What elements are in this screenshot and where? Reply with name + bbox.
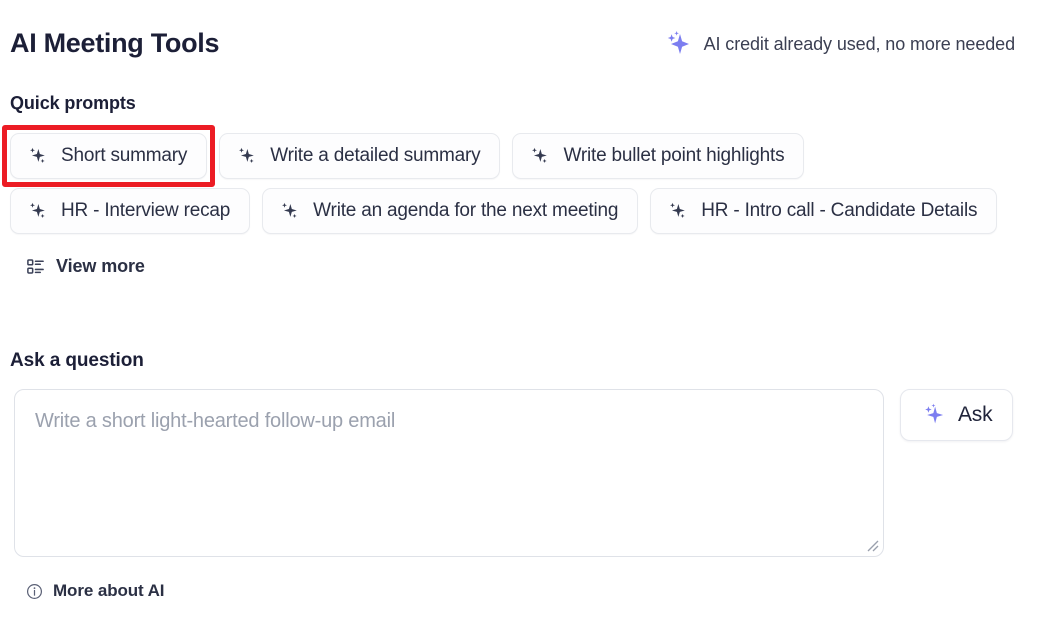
info-circle-icon — [26, 583, 43, 600]
ask-button[interactable]: Ask — [900, 389, 1014, 441]
ai-meeting-tools-panel: AI Meeting Tools AI credit already used,… — [0, 0, 1037, 630]
sparkle-icon — [27, 145, 49, 167]
quick-prompt-hr-intro-call-candidate-details[interactable]: HR - Intro call - Candidate Details — [650, 188, 998, 234]
sparkle-icon — [663, 29, 693, 59]
quick-prompt-label: HR - Intro call - Candidate Details — [701, 200, 978, 221]
view-more-label: View more — [56, 255, 145, 276]
quick-prompt-label: Short summary — [61, 145, 188, 166]
sparkle-icon — [27, 200, 49, 222]
quick-prompt-label: Write a detailed summary — [270, 145, 481, 166]
quick-prompt-label: Write an agenda for the next meeting — [313, 200, 619, 221]
quick-prompts-list: Short summary Write a detailed summary W… — [1, 125, 1010, 289]
quick-prompt-short-summary[interactable]: Short summary — [10, 133, 208, 179]
ask-button-label: Ask — [958, 403, 993, 426]
quick-prompt-write-agenda-next-meeting[interactable]: Write an agenda for the next meeting — [262, 188, 639, 234]
ask-question-input[interactable] — [15, 390, 883, 556]
quick-prompt-hr-interview-recap[interactable]: HR - Interview recap — [10, 188, 251, 234]
ask-question-heading: Ask a question — [10, 350, 144, 371]
quick-prompt-label: HR - Interview recap — [61, 200, 231, 221]
quick-prompt-write-bullet-point-highlights[interactable]: Write bullet point highlights — [512, 133, 805, 179]
more-about-ai-link[interactable]: More about AI — [26, 581, 165, 601]
more-about-ai-label: More about AI — [53, 581, 165, 600]
page-title: AI Meeting Tools — [10, 28, 220, 59]
panel-header: AI Meeting Tools AI credit already used,… — [10, 22, 1015, 66]
list-view-icon — [26, 257, 45, 276]
sparkle-icon — [279, 200, 301, 222]
sparkle-icon — [529, 145, 551, 167]
view-more-button[interactable]: View more — [20, 243, 151, 289]
ask-question-row: Ask — [14, 389, 1015, 557]
quick-prompt-label: Write bullet point highlights — [563, 145, 785, 166]
ask-question-input-wrapper — [14, 389, 884, 557]
sparkle-icon — [921, 402, 947, 428]
quick-prompts-heading: Quick prompts — [10, 93, 136, 113]
ai-credit-status: AI credit already used, no more needed — [663, 29, 1015, 59]
highlight-annotation: Short summary — [1, 125, 216, 187]
quick-prompt-write-detailed-summary[interactable]: Write a detailed summary — [219, 133, 501, 179]
sparkle-icon — [236, 145, 258, 167]
ai-credit-status-text: AI credit already used, no more needed — [703, 33, 1016, 54]
sparkle-icon — [667, 200, 689, 222]
